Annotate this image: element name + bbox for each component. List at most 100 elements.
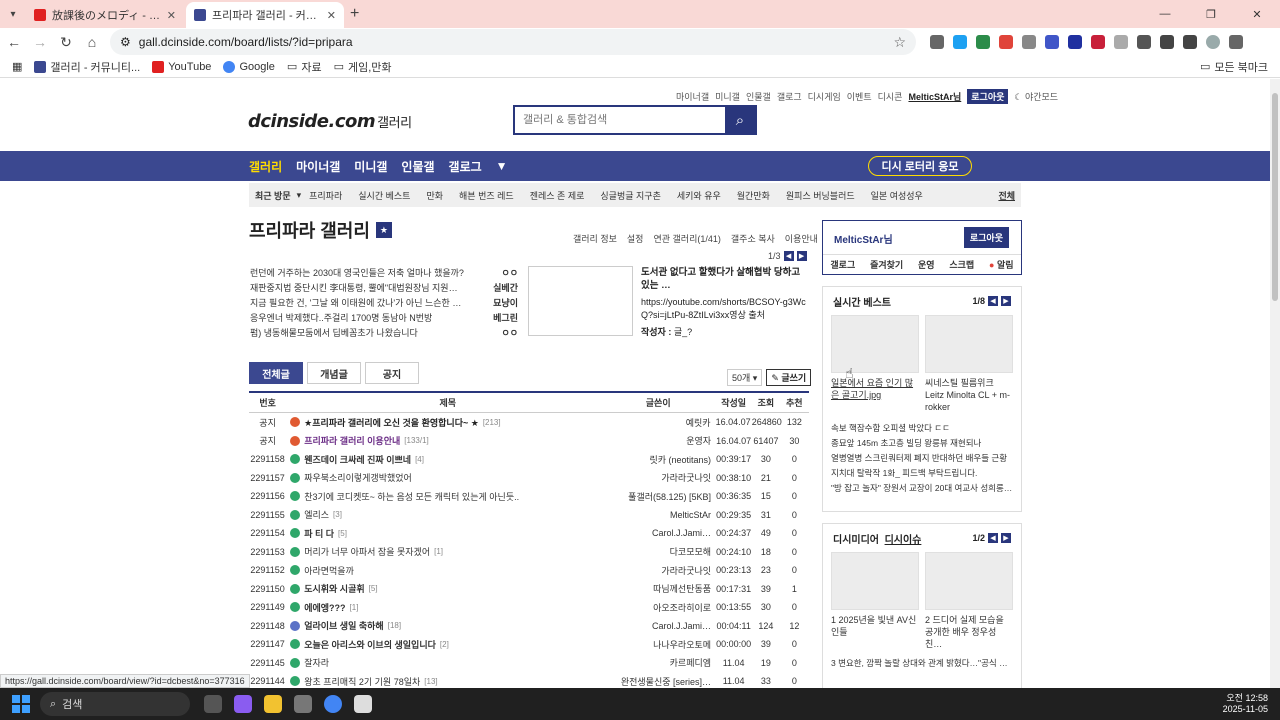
best-list-item[interactable]: 종묘앞 145m 초고층 빌딩 왕릉뷰 재현되나 [831, 436, 1013, 451]
extension-icon[interactable] [976, 35, 990, 49]
post-title[interactable]: 에에엥??? [304, 601, 345, 614]
menu-icon[interactable] [1229, 35, 1243, 49]
post-title[interactable]: 도시휘와 시골휘 [304, 582, 364, 595]
post-title[interactable]: ★프리파라 갤러리에 오신 것을 환영합니다~ ★ [304, 416, 479, 429]
post-writer[interactable]: 예릿카 [605, 416, 715, 429]
table-row[interactable]: 2291153 머리가 너무 아파서 잠을 못자겠어 [1] 다코모모해 00:24:1… [249, 543, 809, 562]
reload-icon[interactable]: ↻ [54, 30, 78, 54]
close-icon[interactable]: ✕ [327, 9, 336, 22]
list-item[interactable]: 지금 필요한 건, '그날 왜 이태원에 갔나'가 아닌 느슨한 연대 묘냥이 [250, 295, 518, 310]
file-explorer-icon[interactable] [264, 695, 282, 713]
media-list-item[interactable]: 3 변요한, 깜짝 놀랄 상대와 관계 밝혔다…"공식 발표" [831, 656, 1013, 671]
best-thumb[interactable]: 씨네스틸 필름위크 Leitz Minolta CL + m-rokker [925, 315, 1013, 413]
apps-icon[interactable]: ▦ [12, 60, 22, 73]
taskbar-clock[interactable]: 오전 12:58 2025-11-05 [1223, 693, 1268, 715]
all-bookmarks[interactable]: ▭ 모든 북마크 [1200, 59, 1268, 75]
post-subject[interactable]: 얼라이브 생일 축하해 [18] [286, 619, 605, 632]
post-writer[interactable]: 가라라굿나잇 [605, 564, 715, 577]
post-title[interactable]: 오늘은 아리스와 이브의 생일입니다 [304, 638, 436, 651]
related-gallery-link[interactable]: 연관 갤러리(1/41) [653, 232, 720, 245]
post-subject[interactable]: ★프리파라 갤러리에 오신 것을 환영합니다~ ★ [213] [286, 416, 605, 429]
extension-icon[interactable] [1022, 35, 1036, 49]
post-writer[interactable]: Carol.J.Jami… [605, 528, 715, 538]
post-title[interactable]: 찬3기에 코디켓또~ 하는 음성 모든 캐릭터 있는게 아닌듯.. [304, 490, 519, 503]
media-thumb[interactable]: 1 2025년을 빛낸 AV신인들 [831, 552, 919, 650]
chrome-icon[interactable] [324, 695, 342, 713]
list-item[interactable]: 펌) 냉동해물모둠에서 딥베꼼초가 나왔습니다 ㅇㅇ [250, 325, 518, 340]
post-title[interactable]: 프리파라 갤러리 이용안내 [304, 434, 400, 447]
gallery-title[interactable]: 프리파라 갤러리 [249, 217, 370, 243]
post-writer[interactable]: MelticStAr [605, 510, 715, 520]
post-writer[interactable]: 풀갤러(58.125) [5KB] [605, 490, 715, 503]
toplink[interactable]: 마이너갤 [676, 90, 709, 103]
list-item[interactable]: 응우엔너 박제했다..주걸리 1700명 동남아 N번방 베그린 [250, 310, 518, 325]
table-row[interactable]: 2291152 아라면먹을까 가라라굿나잇 00:23:13 23 0 [249, 561, 809, 580]
bookmark-folder-games[interactable]: ▭ 게임,만화 [334, 59, 392, 75]
chevron-down-icon[interactable]: ▾ [297, 190, 302, 201]
logout-button[interactable]: 로그아웃 [967, 89, 1009, 104]
recent-item[interactable]: 세키와 유우 [677, 189, 721, 202]
browser-tab-pripara[interactable]: 프리파라 갤러리 - 커뮤니티 포 ✕ [186, 2, 344, 28]
new-tab-button[interactable]: + [350, 5, 359, 23]
post-writer[interactable]: 나나우라오토메 [605, 638, 715, 651]
adblock-icon[interactable] [999, 35, 1013, 49]
site-info-icon[interactable]: ⚙ [120, 35, 131, 49]
post-title[interactable]: 아라면먹을까 [304, 564, 354, 577]
bookmark-star-icon[interactable]: ☆ [893, 34, 906, 51]
best-list-item[interactable]: 열병열병 스크린쿼터제 폐지 반대하던 배우들 근황 [831, 451, 1013, 466]
post-writer[interactable]: 릿카 (neotitans) [605, 453, 715, 466]
minimize-icon[interactable]: — [1142, 0, 1188, 28]
post-subject[interactable]: 머리가 너무 아파서 잠을 못자겠어 [1] [286, 545, 605, 558]
table-row[interactable]: 2291145 잘자라 카르페디엠 11.04 19 0 [249, 654, 809, 673]
featured-post[interactable]: 도서관 없다고 할했다가 살해협박 당하고 있는 … https://youtu… [641, 266, 811, 339]
post-title[interactable]: 얼라이브 생일 축하해 [304, 619, 384, 632]
post-writer[interactable]: 아오조라히이로 [605, 601, 715, 614]
recent-item[interactable]: 월간만화 [737, 189, 770, 202]
gallery-info-link[interactable]: 갤러리 정보 [573, 232, 617, 245]
copilot-icon[interactable] [234, 695, 252, 713]
gnb-minor[interactable]: 마이너갤 [296, 158, 340, 175]
toplink[interactable]: 갤로그 [777, 90, 802, 103]
post-title[interactable]: 웬즈데이 크싸레 진짜 이쁘네 [304, 453, 411, 466]
back-icon[interactable]: ← [2, 30, 26, 54]
best-list-item[interactable]: 속보 핵잠수함 오피셜 박았다 ㄷㄷ [831, 421, 1013, 436]
search-input[interactable]: 갤러리 & 통합검색 [515, 107, 725, 133]
recent-item[interactable]: 실시간 베스트 [358, 189, 410, 202]
prev-icon[interactable]: ◀ [783, 251, 794, 261]
post-writer[interactable]: 다코모모해 [605, 545, 715, 558]
recent-item[interactable]: 싱글벙글 지구촌 [600, 189, 660, 202]
post-subject[interactable]: 엘리스 [3] [286, 508, 605, 521]
post-writer[interactable]: 운영자 [605, 434, 715, 447]
prev-icon[interactable]: ◀ [988, 296, 998, 306]
table-row[interactable]: 2291158 웬즈데이 크싸레 진짜 이쁘네 [4] 릿카 (neotitans) 0… [249, 450, 809, 469]
extension-icon[interactable] [1091, 35, 1105, 49]
table-row[interactable]: 공지 프리파라 갤러리 이용안내 [133/1] 운영자 16.04.07 61407 30 [249, 432, 809, 451]
gnb-gallog[interactable]: 갤로그 [449, 158, 482, 175]
table-row[interactable]: 공지 ★프리파라 갤러리에 오신 것을 환영합니다~ ★ [213] 예릿카 16.04… [249, 413, 809, 432]
post-title[interactable]: 잘자라 [304, 656, 329, 669]
table-row[interactable]: 2291147 오늘은 아리스와 이브의 생일입니다 [2] 나나우라오토메 00:00… [249, 635, 809, 654]
sidebar-link-manage[interactable]: 운영 [918, 258, 935, 271]
best-list-item[interactable]: 지치대 탈락작 1화_ 피드백 부탁드립니다. [831, 466, 1013, 481]
bookmark-folder-data[interactable]: ▭ 자료 [287, 59, 322, 75]
puzzle-icon[interactable] [1137, 35, 1151, 49]
media-thumb[interactable]: 2 드디어 실제 모습을 공개한 배우 정우성 친… [925, 552, 1013, 650]
bookmark-google[interactable]: Google [223, 60, 275, 73]
settings-link[interactable]: 설정 [627, 232, 644, 245]
issue-tab[interactable]: 디시이슈 [885, 535, 922, 546]
best-list-item[interactable]: "방 잡고 놀자" 장원서 교장이 20대 여교사 성희롱 … [831, 481, 1013, 496]
scrollbar[interactable] [1270, 79, 1280, 688]
table-row[interactable]: 2291149 에에엥??? [1] 아오조라히이로 00:13:55 30 0 [249, 598, 809, 617]
app-icon[interactable] [354, 695, 372, 713]
extension-icon[interactable] [953, 35, 967, 49]
home-icon[interactable]: ⌂ [80, 30, 104, 54]
comment-count[interactable]: [4] [415, 455, 424, 464]
comment-count[interactable]: [1] [350, 603, 359, 612]
post-writer[interactable]: 카르페디엠 [605, 656, 715, 669]
bookmark-youtube[interactable]: YouTube [152, 60, 211, 73]
comment-count[interactable]: [2] [440, 640, 449, 649]
sidebar-user[interactable]: MelticStAr님 [834, 231, 893, 246]
recent-item[interactable]: 원피스 버닝블러드 [786, 189, 855, 202]
copy-url-link[interactable]: 갤주소 복사 [731, 232, 775, 245]
gallery-star-icon[interactable]: ★ [375, 222, 392, 238]
